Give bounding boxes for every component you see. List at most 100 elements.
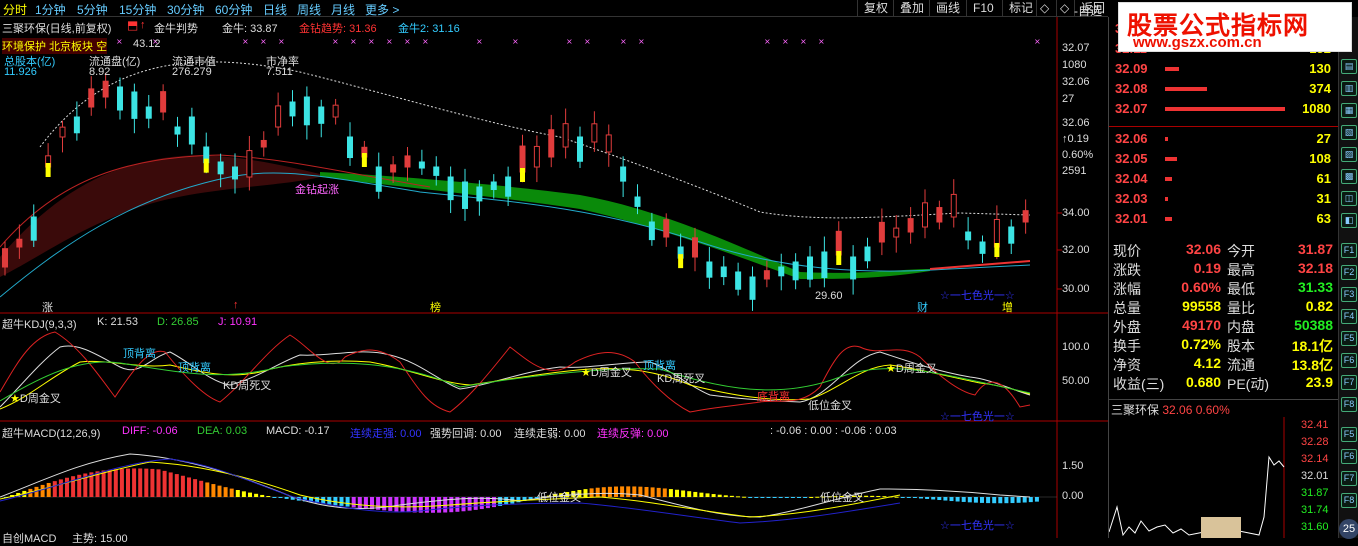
- macd-bar: [40, 484, 45, 497]
- order-volume-bar: [1165, 177, 1172, 181]
- macd-macd: MACD: -0.17: [266, 425, 330, 437]
- macd-bar: [662, 488, 667, 497]
- chart-icon[interactable]: ▧: [1341, 125, 1357, 140]
- candle-body: [404, 155, 411, 168]
- tab-monthly[interactable]: 月线: [331, 1, 355, 18]
- macd-bar: [681, 490, 686, 497]
- self-select-link[interactable]: -自选: [1074, 2, 1102, 19]
- candle-body: [476, 186, 483, 202]
- tab-30min[interactable]: 30分钟: [167, 1, 204, 18]
- macd-bar: [138, 468, 143, 497]
- f-icon[interactable]: F7: [1341, 471, 1357, 486]
- event-marker[interactable]: 榜: [430, 299, 441, 315]
- candle-body: [735, 271, 742, 290]
- kdj-signal: ☆一七色光一☆: [940, 411, 1015, 423]
- macd-bar: [717, 494, 722, 497]
- f10-button[interactable]: F10: [966, 0, 1000, 17]
- tab-fenshi[interactable]: 分时: [3, 1, 27, 18]
- f-icon[interactable]: F2: [1341, 265, 1357, 280]
- kdj-signal: 底背离: [757, 391, 790, 403]
- kdj-title[interactable]: 超牛KDJ(9,3,3): [2, 316, 77, 332]
- f-icon[interactable]: F8: [1341, 397, 1357, 412]
- signal-markers: ××××××××××××××××××××××××××: [8, 37, 1041, 46]
- macd-bar: [1022, 497, 1027, 503]
- order-book-row[interactable]: 32.04 61: [1109, 169, 1339, 189]
- diamond-icon[interactable]: ◇: [1036, 0, 1052, 17]
- tab-1min[interactable]: 1分钟: [35, 1, 66, 18]
- chart-icon[interactable]: ◧: [1341, 213, 1357, 228]
- bottom-indicator[interactable]: 自创MACD: [2, 530, 56, 546]
- event-marker[interactable]: 增: [1002, 299, 1013, 315]
- overlay-button[interactable]: 叠加: [893, 0, 930, 17]
- macd-bar: [217, 485, 222, 497]
- macd-bar: [370, 497, 374, 510]
- order-book-row[interactable]: 32.03 31: [1109, 189, 1339, 209]
- f-icon[interactable]: F6: [1341, 449, 1357, 464]
- event-marker[interactable]: ↑: [233, 299, 239, 311]
- divider: [1109, 126, 1339, 127]
- counter-badge[interactable]: 25: [1339, 519, 1358, 539]
- chart-icon[interactable]: ▦: [1341, 103, 1357, 118]
- indicator-name[interactable]: 金牛判势: [154, 20, 198, 36]
- candle-body: [706, 261, 713, 278]
- macd-bar: [1028, 497, 1033, 503]
- chart-icon[interactable]: ▨: [1341, 147, 1357, 162]
- tab-15min[interactable]: 15分钟: [119, 1, 156, 18]
- draw-button[interactable]: 画线: [929, 0, 966, 17]
- order-book-row[interactable]: 32.01 63: [1109, 209, 1339, 229]
- quote-label: 股本: [1227, 338, 1255, 354]
- macd-bar: [168, 472, 173, 497]
- order-price: 32.06: [1115, 131, 1148, 146]
- fuquan-button[interactable]: 复权: [857, 0, 894, 17]
- order-book-row[interactable]: 32.08 374: [1109, 79, 1339, 99]
- macd-bar: [223, 487, 228, 497]
- tab-60min[interactable]: 60分钟: [215, 1, 252, 18]
- mark-button[interactable]: 标记: [1002, 0, 1039, 17]
- f-icon[interactable]: F6: [1341, 353, 1357, 368]
- signal-x: ×: [278, 37, 285, 46]
- up-arrow-icon: ↑: [140, 19, 146, 31]
- tab-weekly[interactable]: 周线: [297, 1, 321, 18]
- macd-bar: [52, 481, 57, 497]
- order-volume: 27: [1316, 131, 1331, 146]
- chart-icon[interactable]: ◫: [1341, 191, 1357, 206]
- chart-icon[interactable]: ▤: [1341, 59, 1357, 74]
- macd-bar: [412, 497, 417, 513]
- diamond-icon[interactable]: ◇: [1056, 0, 1072, 17]
- macd-bar: [626, 486, 631, 497]
- macd-dea: DEA: 0.03: [197, 425, 248, 437]
- macd-bar: [394, 497, 399, 512]
- f-icon[interactable]: F5: [1341, 331, 1357, 346]
- f-icon[interactable]: F4: [1341, 309, 1357, 324]
- tab-more[interactable]: 更多 >: [365, 1, 399, 18]
- macd-bar: [71, 476, 76, 497]
- order-book-row[interactable]: 32.07 1080: [1109, 99, 1339, 119]
- chart-icon[interactable]: ▥: [1341, 81, 1357, 96]
- axis-tick-label: 1.50: [1062, 460, 1084, 472]
- event-marker[interactable]: 涨: [42, 299, 53, 315]
- f-icon[interactable]: F1: [1341, 243, 1357, 258]
- chart-icon[interactable]: ▩: [1341, 169, 1357, 184]
- chart-area[interactable]: ××××××××××××××××××××××××××: [0, 17, 1108, 538]
- macd-bar: [614, 486, 618, 497]
- order-book-row[interactable]: 32.09 130: [1109, 59, 1339, 79]
- candle-body: [145, 106, 152, 119]
- order-price: 32.01: [1115, 211, 1148, 226]
- macd-bar: [248, 492, 252, 497]
- f-icon[interactable]: F5: [1341, 427, 1357, 442]
- order-book-row[interactable]: 32.05 108: [1109, 149, 1339, 169]
- tab-daily[interactable]: 日线: [263, 1, 287, 18]
- tab-5min[interactable]: 5分钟: [77, 1, 108, 18]
- mini-tick-label: 31.60: [1301, 521, 1329, 533]
- order-book-row[interactable]: 32.06 27: [1109, 129, 1339, 149]
- axis-tick-label: 30.00: [1062, 283, 1090, 295]
- macd-title[interactable]: 超牛MACD(12,26,9): [2, 425, 100, 441]
- macd-bar: [58, 479, 63, 497]
- candle-signal: [520, 168, 525, 182]
- macd-bar: [754, 497, 759, 498]
- event-marker[interactable]: 财: [917, 299, 928, 315]
- macd-bar: [254, 493, 259, 497]
- f-icon[interactable]: F8: [1341, 493, 1357, 508]
- f-icon[interactable]: F3: [1341, 287, 1357, 302]
- f-icon[interactable]: F7: [1341, 375, 1357, 390]
